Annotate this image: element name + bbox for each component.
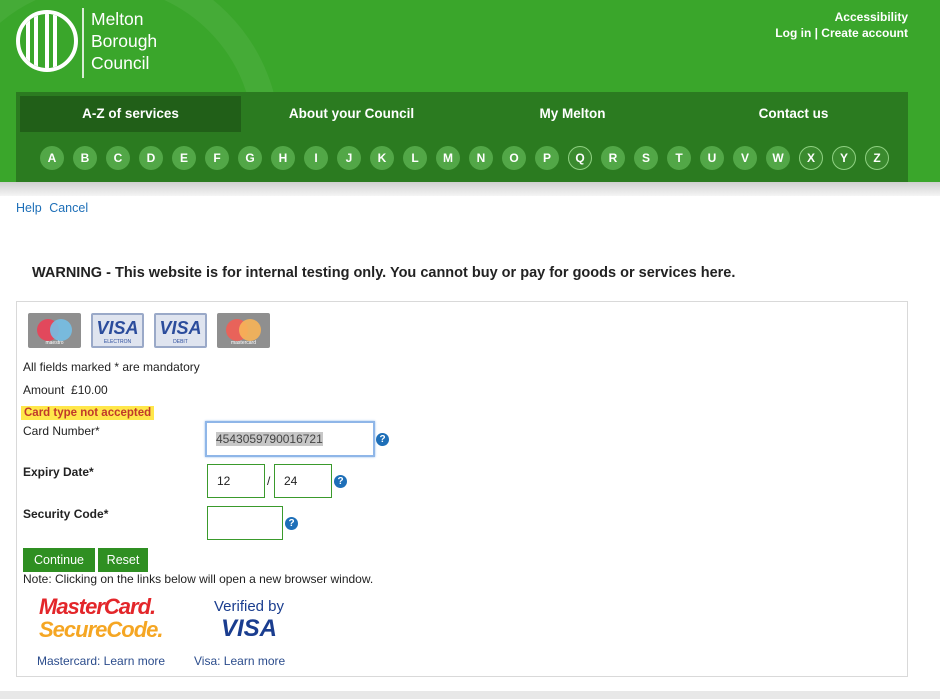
payment-panel: maestro VISA ELECTRON VISA DEBIT masterc… bbox=[16, 301, 908, 677]
letter-h[interactable]: H bbox=[271, 146, 295, 170]
letter-f[interactable]: F bbox=[205, 146, 229, 170]
mastercard-logo-line-2: SecureCode. bbox=[39, 617, 164, 642]
card-error-message: Card type not accepted bbox=[21, 406, 155, 420]
letter-i[interactable]: I bbox=[304, 146, 328, 170]
letter-o[interactable]: O bbox=[502, 146, 526, 170]
accessibility-link[interactable]: Accessibility bbox=[775, 9, 908, 25]
nav-item-about[interactable]: About your Council bbox=[241, 96, 462, 132]
header-divider bbox=[0, 182, 940, 196]
card-number-value: 4543059790016721 bbox=[216, 432, 323, 446]
mastercard-caption: mastercard bbox=[230, 340, 256, 346]
nav-item-contact[interactable]: Contact us bbox=[683, 96, 904, 132]
letter-m[interactable]: M bbox=[436, 146, 460, 170]
letter-p[interactable]: P bbox=[535, 146, 559, 170]
letter-a[interactable]: A bbox=[40, 146, 64, 170]
amount-row: Amount £10.00 bbox=[23, 383, 108, 397]
maestro-caption: maestro bbox=[45, 340, 64, 346]
reset-button[interactable]: Reset bbox=[98, 548, 148, 572]
letter-t[interactable]: T bbox=[667, 146, 691, 170]
letter-s[interactable]: S bbox=[634, 146, 658, 170]
new-window-note: Note: Clicking on the links below will o… bbox=[23, 572, 374, 586]
expiry-month-input[interactable]: 12 bbox=[207, 464, 265, 498]
verified-by-visa-logo[interactable]: Verified by VISA bbox=[199, 598, 299, 642]
security-code-help-icon[interactable]: ? bbox=[285, 517, 298, 530]
logo-line-2: Borough bbox=[91, 31, 158, 51]
letter-y[interactable]: Y bbox=[832, 146, 856, 170]
letter-n[interactable]: N bbox=[469, 146, 493, 170]
mastercard-logo-line-1: MasterCard. bbox=[39, 594, 156, 619]
letter-j[interactable]: J bbox=[337, 146, 361, 170]
login-link[interactable]: Log in | Create account bbox=[775, 25, 908, 41]
visa-electron-caption: ELECTRON bbox=[103, 339, 132, 345]
letter-r[interactable]: R bbox=[601, 146, 625, 170]
site-header: Melton Borough Council Accessibility Log… bbox=[0, 0, 940, 190]
accepted-cards: maestro VISA ELECTRON VISA DEBIT masterc… bbox=[28, 313, 270, 348]
letter-v[interactable]: V bbox=[733, 146, 757, 170]
visa-debit-mark: VISA bbox=[159, 318, 202, 338]
cancel-link[interactable]: Cancel bbox=[49, 201, 88, 215]
letter-u[interactable]: U bbox=[700, 146, 724, 170]
expiry-year-value: 24 bbox=[284, 474, 298, 488]
mastercard-learn-more-link[interactable]: Mastercard: Learn more bbox=[37, 654, 165, 668]
letter-b[interactable]: B bbox=[73, 146, 97, 170]
help-link[interactable]: Help bbox=[16, 201, 42, 215]
visa-debit-caption: DEBIT bbox=[173, 339, 188, 345]
nav-item-my-melton[interactable]: My Melton bbox=[462, 96, 683, 132]
visa-electron-card-icon: VISA ELECTRON bbox=[91, 313, 144, 348]
alphabet-index: A B C D E F G H I J K L M N O P Q R S T … bbox=[40, 146, 889, 170]
letter-c[interactable]: C bbox=[106, 146, 130, 170]
letter-x[interactable]: X bbox=[799, 146, 823, 170]
amount-value: £10.00 bbox=[71, 383, 108, 397]
letter-d[interactable]: D bbox=[139, 146, 163, 170]
mastercard-securecode-logo[interactable]: MasterCard. SecureCode. bbox=[39, 596, 169, 642]
expiry-year-input[interactable]: 24 bbox=[274, 464, 332, 498]
letter-w[interactable]: W bbox=[766, 146, 790, 170]
letter-z[interactable]: Z bbox=[865, 146, 889, 170]
nav-item-a-z[interactable]: A-Z of services bbox=[20, 96, 241, 132]
expiry-month-value: 12 bbox=[217, 474, 231, 488]
letter-g[interactable]: G bbox=[238, 146, 262, 170]
visa-logo-line-2: VISA bbox=[220, 615, 277, 642]
footer-strip bbox=[0, 691, 940, 699]
testing-warning: WARNING - This website is for internal t… bbox=[32, 265, 736, 281]
visa-learn-more-link[interactable]: Visa: Learn more bbox=[194, 654, 285, 668]
letter-l[interactable]: L bbox=[403, 146, 427, 170]
mandatory-note: All fields marked * are mandatory bbox=[23, 360, 200, 374]
visa-debit-card-icon: VISA DEBIT bbox=[154, 313, 207, 348]
logo-line-3: Council bbox=[91, 53, 150, 73]
expiry-help-icon[interactable]: ? bbox=[334, 475, 347, 488]
letter-e[interactable]: E bbox=[172, 146, 196, 170]
security-code-input[interactable] bbox=[207, 506, 283, 540]
logo-line-1: Melton bbox=[91, 9, 144, 29]
letter-k[interactable]: K bbox=[370, 146, 394, 170]
form-links: Help Cancel bbox=[16, 201, 92, 215]
council-name[interactable]: Melton Borough Council bbox=[82, 8, 172, 78]
amount-label: Amount bbox=[23, 383, 65, 397]
maestro-card-icon: maestro bbox=[28, 313, 81, 348]
expiry-date-label: Expiry Date* bbox=[23, 465, 94, 479]
mastercard-card-icon: mastercard bbox=[217, 313, 270, 348]
card-number-input[interactable]: 4543059790016721 bbox=[205, 421, 375, 457]
council-logo-icon[interactable] bbox=[16, 10, 78, 72]
security-code-label: Security Code* bbox=[23, 507, 109, 521]
card-number-label: Card Number* bbox=[23, 424, 100, 438]
visa-electron-mark: VISA bbox=[96, 318, 139, 338]
top-links: Accessibility Log in | Create account bbox=[775, 9, 908, 41]
main-navigation: A-Z of services About your Council My Me… bbox=[16, 92, 908, 184]
letter-q[interactable]: Q bbox=[568, 146, 592, 170]
continue-button[interactable]: Continue bbox=[23, 548, 95, 572]
card-number-help-icon[interactable]: ? bbox=[376, 433, 389, 446]
expiry-separator: / bbox=[267, 474, 271, 488]
visa-logo-line-1: Verified by bbox=[213, 598, 285, 615]
